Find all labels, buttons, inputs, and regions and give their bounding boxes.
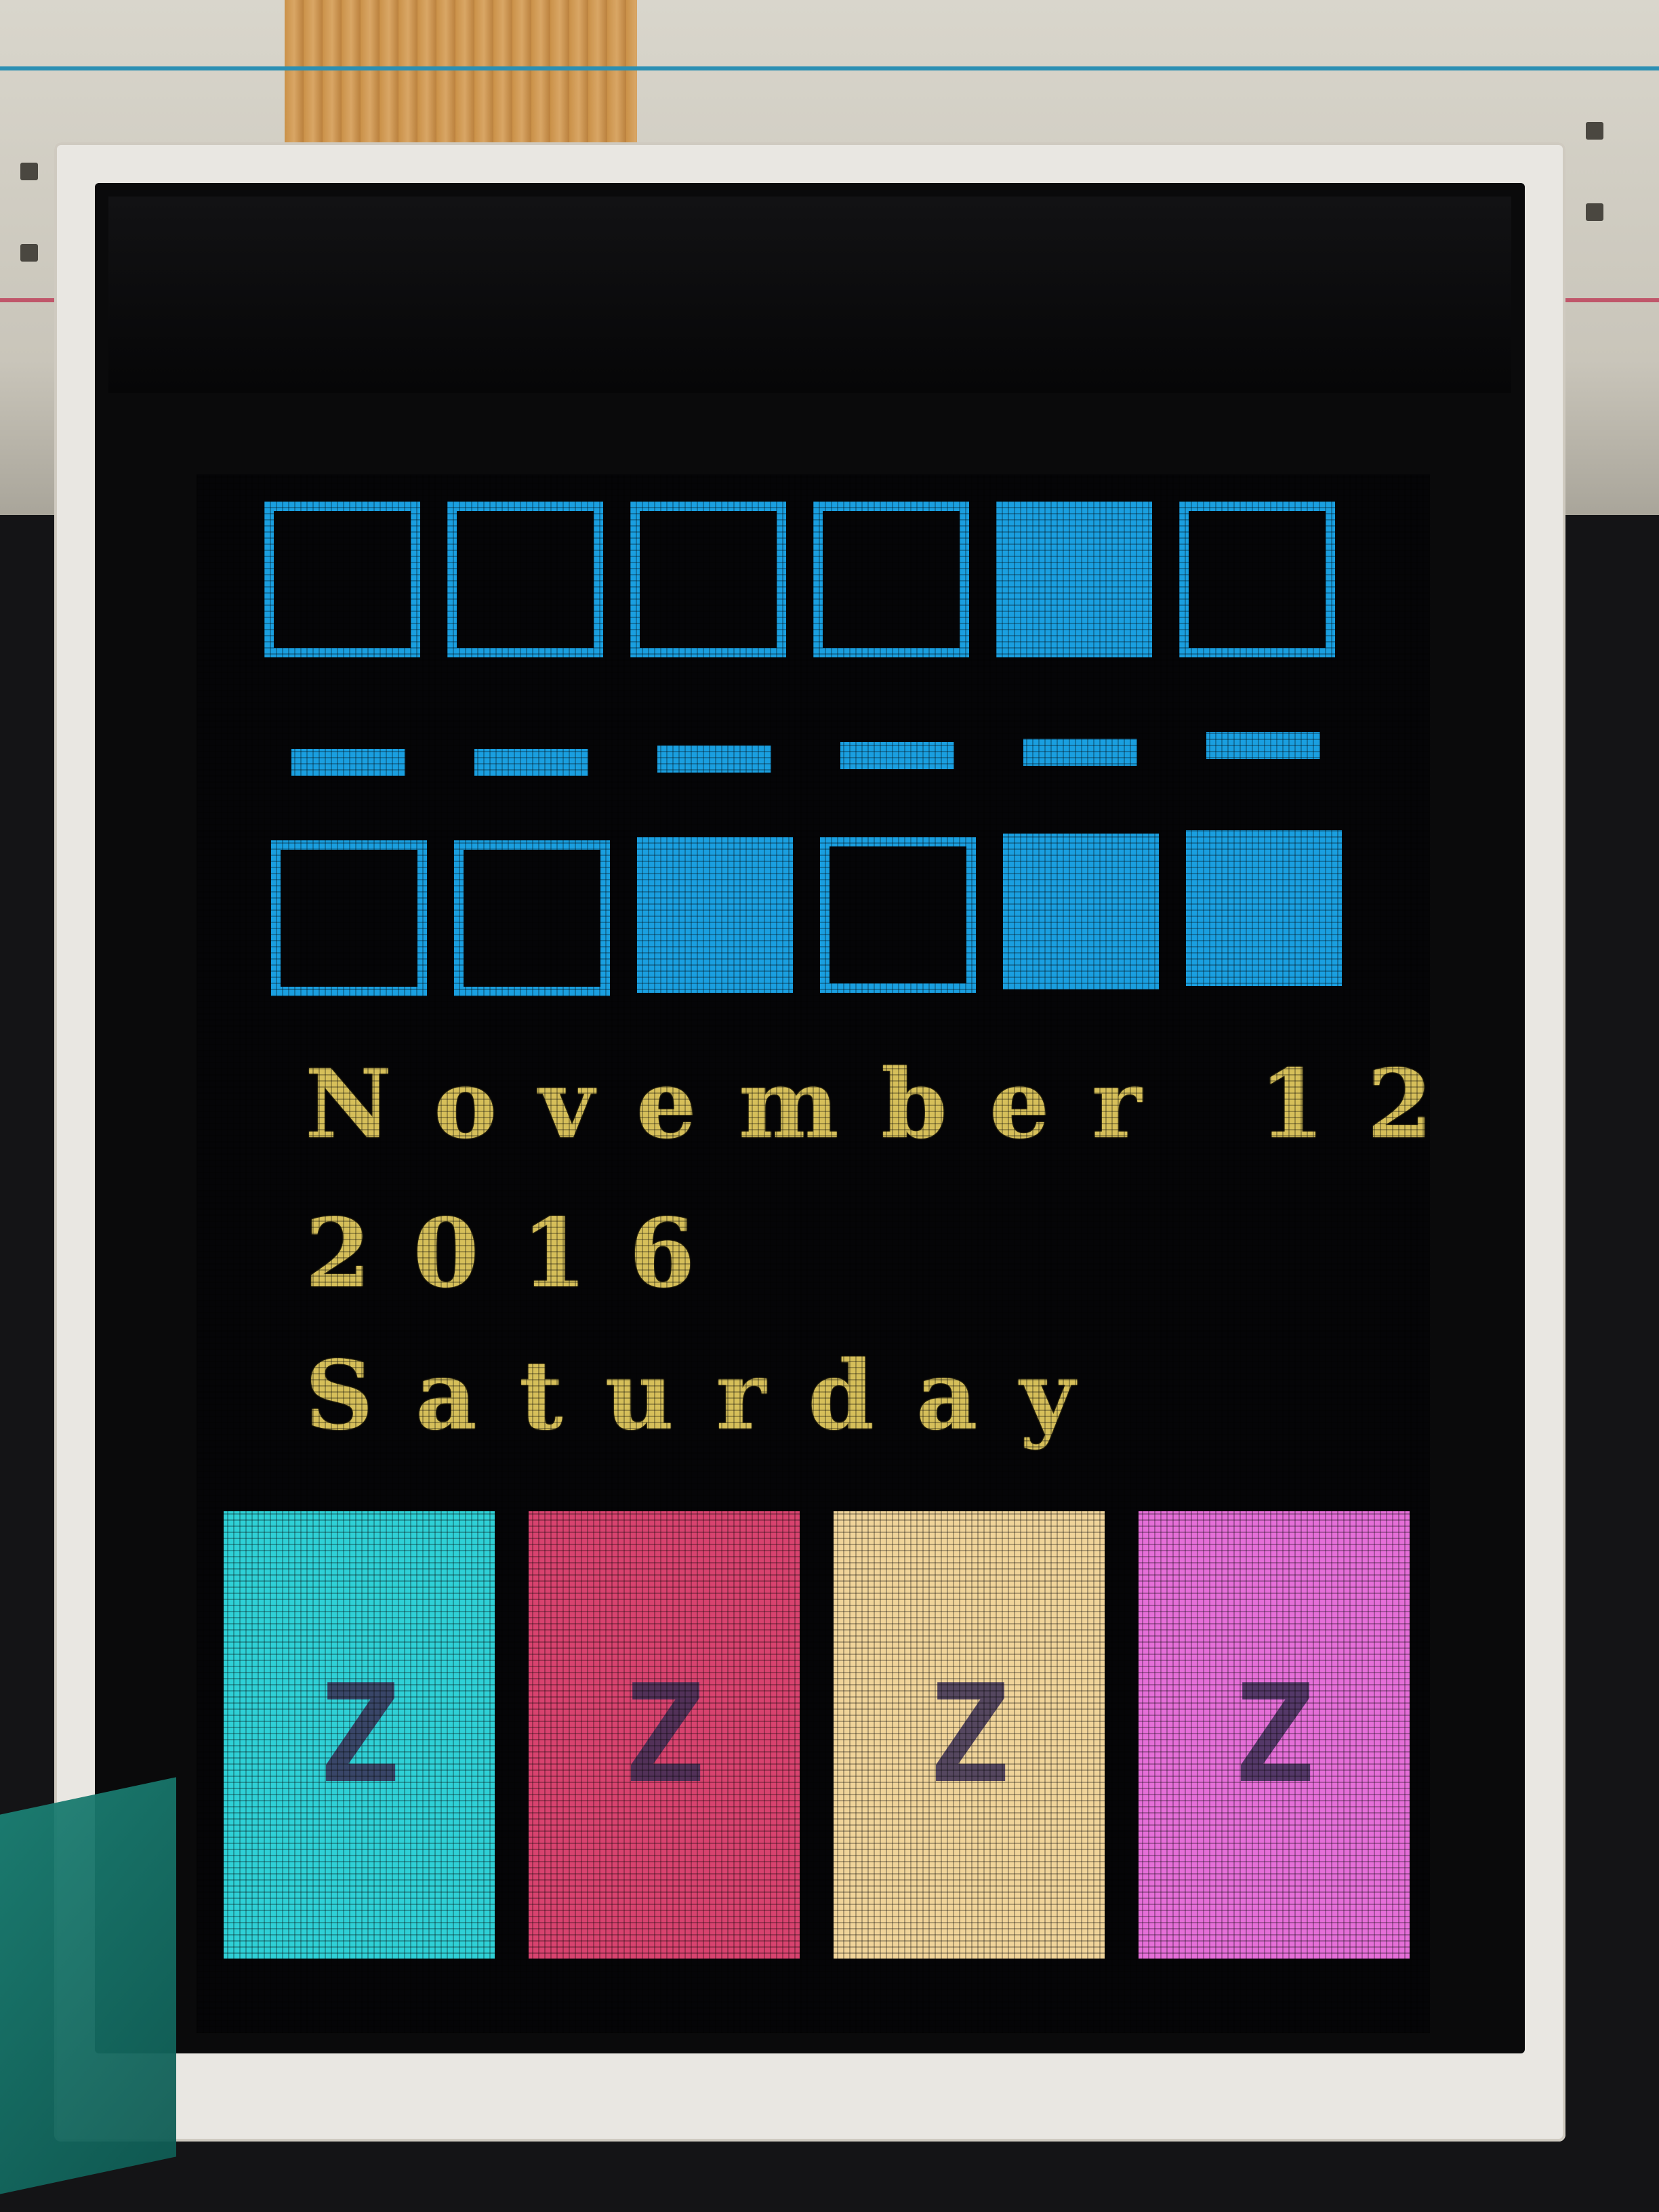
bit-cell	[1003, 834, 1159, 989]
separator-dash	[657, 745, 771, 773]
breadboard-hole	[20, 244, 38, 262]
bar-label: Z	[928, 1656, 1010, 1814]
bar-label: Z	[318, 1656, 401, 1814]
bar-label: Z	[623, 1656, 705, 1814]
bit-cell	[813, 501, 969, 657]
color-bar-cyan: Z	[224, 1511, 495, 1959]
bit-cell	[454, 840, 610, 996]
bit-cell	[820, 837, 976, 993]
ribbon-cable	[285, 0, 637, 163]
green-tape	[0, 1777, 176, 2194]
bit-cell	[630, 501, 786, 657]
color-bar-pink: Z	[1139, 1511, 1410, 1959]
bit-cell	[1186, 830, 1342, 986]
separator-dash	[1206, 732, 1320, 759]
bar-label: Z	[1233, 1656, 1315, 1814]
separator-dash	[840, 742, 954, 769]
power-rail-blue	[0, 66, 1659, 70]
separator-dash	[291, 749, 405, 776]
color-bar-red: Z	[529, 1511, 800, 1959]
breadboard-hole	[1586, 122, 1603, 140]
lcd-screen: November 12 2016 Saturday Z Z Z Z	[197, 474, 1430, 2033]
breadboard-hole	[20, 163, 38, 180]
date-text: November 12	[305, 1049, 1430, 1160]
bit-cell	[264, 501, 420, 657]
breadboard-hole	[1586, 203, 1603, 221]
bit-cell	[271, 840, 427, 996]
bit-cell	[447, 501, 603, 657]
year-text: 2016	[305, 1198, 737, 1309]
bit-cell	[637, 837, 793, 993]
bit-cell	[996, 501, 1152, 657]
separator-dash	[474, 749, 588, 776]
lcd-top-strip	[108, 197, 1511, 393]
weekday-text: Saturday	[305, 1340, 1117, 1452]
bit-cell	[1179, 501, 1335, 657]
separator-dash	[1023, 739, 1137, 766]
color-bar-yellow: Z	[834, 1511, 1105, 1959]
